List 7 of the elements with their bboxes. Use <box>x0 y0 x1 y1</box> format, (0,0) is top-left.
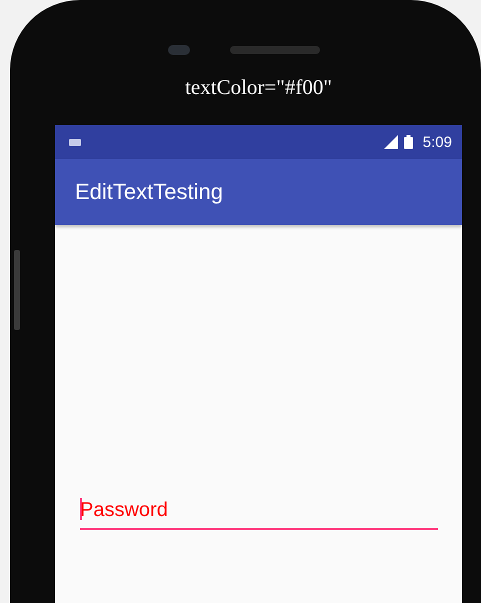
signal-icon <box>382 135 398 149</box>
battery-icon <box>404 135 413 149</box>
caption-text: textColor="#f00" <box>185 75 332 100</box>
app-title: EditTextTesting <box>75 179 223 205</box>
camera-icon <box>168 45 190 55</box>
keyboard-icon <box>69 138 81 146</box>
status-time: 5:09 <box>422 134 452 150</box>
